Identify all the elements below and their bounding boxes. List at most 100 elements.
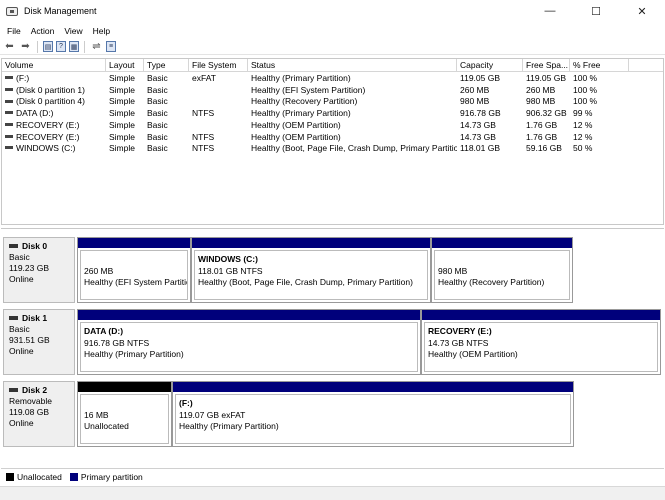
disk-state: Online bbox=[9, 418, 34, 428]
cell-free-space: 1.76 GB bbox=[526, 132, 571, 144]
column-header-volume[interactable]: Volume bbox=[2, 59, 106, 72]
partition-block[interactable]: 980 MB Healthy (Recovery Partition) bbox=[431, 237, 573, 303]
close-button[interactable]: ✕ bbox=[619, 0, 665, 22]
cell-percent-free: 100 % bbox=[573, 96, 629, 108]
partition-block[interactable]: RECOVERY (E:) 14.73 GB NTFS Healthy (OEM… bbox=[421, 309, 661, 375]
back-arrow-icon[interactable]: ⬅ bbox=[3, 40, 16, 53]
cell-free-space: 59.16 GB bbox=[526, 143, 571, 155]
cell-capacity: 980 MB bbox=[460, 96, 524, 108]
cell-free-space: 119.05 GB bbox=[526, 73, 571, 85]
window-controls: — ☐ ✕ bbox=[527, 0, 665, 22]
menu-help[interactable]: Help bbox=[88, 26, 115, 36]
volume-row[interactable]: WINDOWS (C:) Simple Basic NTFS Healthy (Boot… bbox=[2, 143, 663, 155]
volume-row[interactable]: (Disk 0 partition 4) Simple Basic Healthy (… bbox=[2, 96, 663, 108]
forward-arrow-icon[interactable]: ➡ bbox=[19, 40, 32, 53]
cell-type-text: Basic bbox=[147, 143, 168, 154]
partition-status: Healthy (Primary Partition) bbox=[84, 349, 184, 359]
partition-block[interactable]: 16 MB Unallocated bbox=[77, 381, 172, 447]
cell-free-space: 906.32 GB bbox=[526, 108, 571, 120]
column-header-percent-free[interactable]: % Free bbox=[570, 59, 629, 72]
partition-bar bbox=[173, 382, 573, 392]
partition-block[interactable]: 260 MB Healthy (EFI System Partition) bbox=[77, 237, 191, 303]
menu-action[interactable]: Action bbox=[26, 26, 60, 36]
menu-view[interactable]: View bbox=[59, 26, 87, 36]
cell-status: Healthy (EFI System Partition) bbox=[251, 85, 457, 97]
volume-icon bbox=[5, 111, 13, 115]
disk-graphical-view: Disk 0 Basic 119.23 GB Online 260 MB Hea… bbox=[1, 228, 664, 465]
cell-percent-free-text: 100 % bbox=[573, 73, 598, 83]
partition-size: 16 MB bbox=[84, 409, 109, 420]
volume-list[interactable]: Volume Layout Type File System Status Ca… bbox=[1, 58, 664, 225]
maximize-button[interactable]: ☐ bbox=[573, 0, 619, 22]
column-header-capacity[interactable]: Capacity bbox=[457, 59, 523, 72]
cell-status-text: Healthy (EFI System Partition) bbox=[251, 84, 366, 95]
cell-capacity: 119.05 GB bbox=[460, 73, 524, 85]
disk-management-icon bbox=[6, 6, 18, 16]
cell-status: Healthy (OEM Partition) bbox=[251, 132, 457, 144]
cell-type: Basic bbox=[147, 73, 190, 85]
volume-row[interactable]: DATA (D:) Simple Basic NTFS Healthy (Primary… bbox=[2, 108, 663, 120]
partition-block[interactable]: (F:) 119.07 GB exFAT Healthy (Primary Pa… bbox=[172, 381, 574, 447]
partition-title: DATA (D:) bbox=[84, 326, 124, 336]
disk-label[interactable]: Disk 2 Removable 119.08 GB Online bbox=[3, 381, 75, 447]
volume-icon bbox=[5, 123, 13, 127]
help-icon[interactable]: ? bbox=[56, 41, 66, 52]
partition-block[interactable]: DATA (D:) 916.78 GB NTFS Healthy (Primar… bbox=[77, 309, 421, 375]
show-hide-pane-icon[interactable]: ▦ bbox=[69, 41, 79, 52]
disk-label[interactable]: Disk 0 Basic 119.23 GB Online bbox=[3, 237, 75, 303]
cell-volume: (Disk 0 partition 4) bbox=[5, 96, 105, 108]
partition-size: 980 MB bbox=[438, 265, 468, 276]
partition-title bbox=[84, 254, 184, 266]
cell-type-text: Basic bbox=[147, 73, 168, 83]
cell-layout-text: Simple bbox=[109, 143, 135, 154]
volume-row[interactable]: RECOVERY (E:) Simple Basic NTFS Healthy (OEM… bbox=[2, 132, 663, 144]
partition-bar bbox=[78, 382, 171, 392]
volume-row[interactable]: (F:) Simple Basic exFAT Healthy (Primary Par… bbox=[2, 73, 663, 85]
volume-row[interactable]: (Disk 0 partition 1) Simple Basic Healthy (… bbox=[2, 85, 663, 97]
disk-row: Disk 1 Basic 931.51 GB Online DATA (D:) … bbox=[3, 309, 663, 375]
partition-size: 118.01 GB NTFS bbox=[198, 265, 263, 276]
partition-details: (F:) 119.07 GB exFAT Healthy (Primary Pa… bbox=[175, 394, 571, 444]
cell-type-text: Basic bbox=[147, 119, 168, 130]
column-header-file-system[interactable]: File System bbox=[189, 59, 248, 72]
status-bar bbox=[0, 486, 665, 500]
disk-label[interactable]: Disk 1 Basic 931.51 GB Online bbox=[3, 309, 75, 375]
partition-bar bbox=[192, 238, 430, 248]
menu-file[interactable]: File bbox=[2, 26, 26, 36]
cell-capacity-text: 980 MB bbox=[460, 96, 490, 107]
cell-file-system-text: NTFS bbox=[192, 143, 215, 154]
cell-percent-free: 12 % bbox=[573, 120, 629, 132]
disk-row: Disk 2 Removable 119.08 GB Online 16 MB … bbox=[3, 381, 663, 447]
cell-layout: Simple bbox=[109, 108, 145, 120]
disk-state: Online bbox=[9, 346, 34, 356]
cell-volume-text: DATA (D:) bbox=[16, 108, 54, 119]
cell-file-system-text: NTFS bbox=[192, 131, 215, 142]
partition-block[interactable]: WINDOWS (C:) 118.01 GB NTFS Healthy (Boo… bbox=[191, 237, 431, 303]
cell-file-system-text: NTFS bbox=[192, 108, 215, 119]
settings-icon[interactable]: ≡ bbox=[106, 41, 116, 52]
cell-type-text: Basic bbox=[147, 131, 168, 142]
column-header-layout[interactable]: Layout bbox=[106, 59, 144, 72]
partition-title: WINDOWS (C:) bbox=[198, 254, 258, 264]
disk-row: Disk 0 Basic 119.23 GB Online 260 MB Hea… bbox=[3, 237, 663, 303]
disk-size: 119.23 GB bbox=[9, 263, 50, 273]
column-header-status[interactable]: Status bbox=[248, 59, 457, 72]
cell-type: Basic bbox=[147, 132, 190, 144]
partition-title: (F:) bbox=[179, 398, 193, 408]
disk-name: Disk 0 bbox=[22, 241, 48, 251]
volume-row[interactable]: RECOVERY (E:) Simple Basic Healthy (OEM Par… bbox=[2, 120, 663, 132]
minimize-button[interactable]: — bbox=[527, 0, 573, 22]
cell-volume-text: (Disk 0 partition 4) bbox=[16, 96, 85, 107]
volume-icon bbox=[5, 99, 13, 103]
cell-file-system-text: exFAT bbox=[192, 73, 216, 83]
cell-volume: WINDOWS (C:) bbox=[5, 143, 105, 155]
volume-icon bbox=[5, 87, 13, 91]
cell-layout: Simple bbox=[109, 120, 145, 132]
properties-icon[interactable]: ▤ bbox=[43, 41, 53, 52]
column-header-type[interactable]: Type bbox=[144, 59, 189, 72]
connect-icon[interactable]: ⇌ bbox=[90, 40, 103, 53]
cell-capacity-text: 14.73 GB bbox=[460, 131, 496, 142]
cell-file-system: exFAT bbox=[192, 73, 248, 85]
column-header-free-space[interactable]: Free Spa... bbox=[523, 59, 570, 72]
menu-bar: File Action View Help bbox=[0, 22, 665, 39]
